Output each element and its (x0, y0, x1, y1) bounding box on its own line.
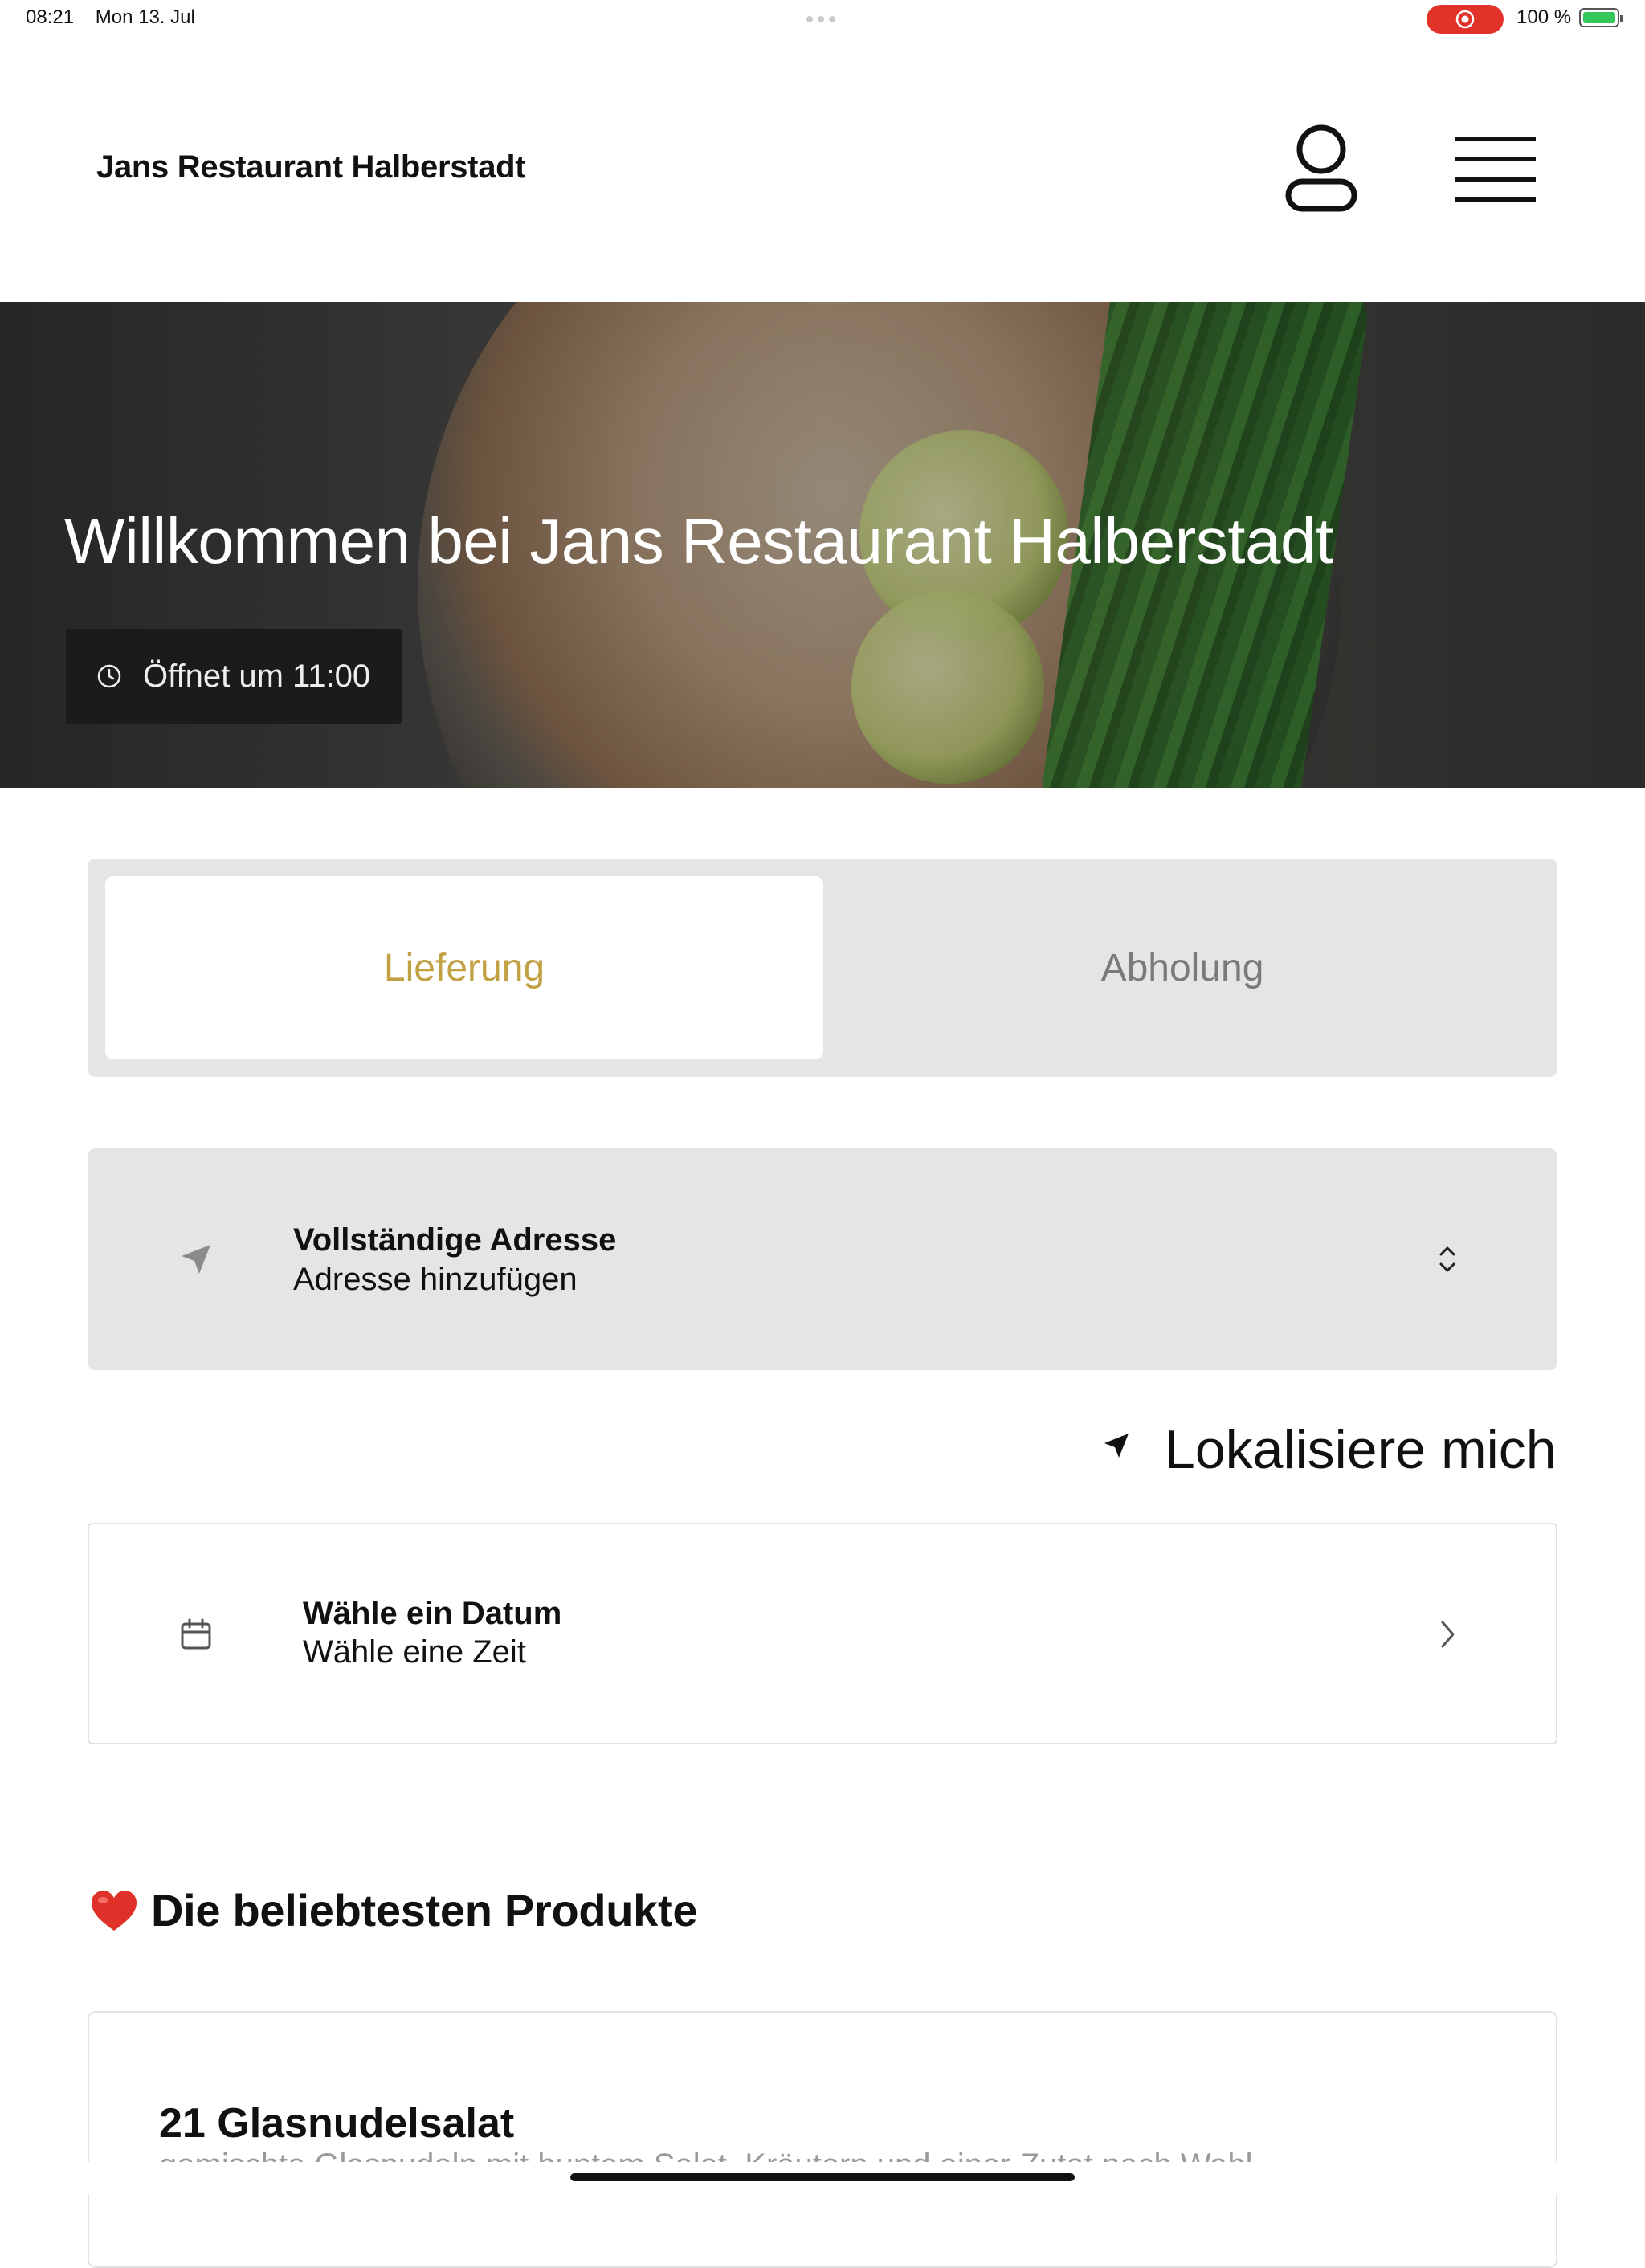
screen-recording-indicator[interactable] (1427, 5, 1504, 34)
address-selector[interactable] (88, 1148, 1557, 1370)
restaurant-brand[interactable]: Jans Restaurant Halberstadt (96, 149, 526, 186)
chevron-right-icon (1441, 1621, 1455, 1648)
status-time: 08:21 (26, 6, 75, 28)
opening-hours-text: Öffnet um 11:00 (143, 658, 371, 694)
heart-icon (92, 1891, 137, 1931)
calendar-icon (181, 1618, 211, 1650)
hero-title: Willkommen bei Jans Restaurant Halbersta… (64, 505, 1333, 577)
user-icon[interactable] (1284, 122, 1359, 214)
date-time-selector[interactable] (88, 1523, 1557, 1744)
status-date: Mon 13. Jul (95, 6, 195, 28)
battery-percentage: 100 % (1516, 6, 1572, 28)
locate-me-button[interactable]: Lokalisiere mich (1165, 1418, 1557, 1481)
tab-pickup[interactable]: Abholung (823, 876, 1541, 1059)
opening-hours-badge: Öffnet um 11:00 (66, 629, 402, 724)
navigation-arrow-icon (182, 1245, 210, 1274)
product-name: 21 Glasnudelsalat (159, 2100, 515, 2147)
home-indicator[interactable] (570, 2173, 1075, 2181)
chevron-up-down-icon (1439, 1246, 1455, 1272)
clock-icon (97, 664, 121, 688)
battery-icon (1579, 8, 1623, 27)
record-icon (1455, 10, 1475, 29)
status-bar-time-date: 08:21 Mon 13. Jul (26, 6, 195, 29)
address-title: Vollständige Adresse (293, 1222, 617, 1258)
time-subtitle: Wähle eine Zeit (303, 1634, 526, 1670)
tab-delivery[interactable]: Lieferung (105, 876, 823, 1059)
popular-products-heading: Die beliebtesten Produkte (151, 1885, 698, 1936)
date-title: Wähle ein Datum (303, 1596, 562, 1631)
multitasking-dots-icon[interactable] (806, 16, 839, 22)
location-arrow-icon[interactable] (1102, 1431, 1131, 1460)
address-placeholder: Adresse hinzufügen (293, 1262, 578, 1297)
menu-icon[interactable] (1455, 135, 1536, 204)
